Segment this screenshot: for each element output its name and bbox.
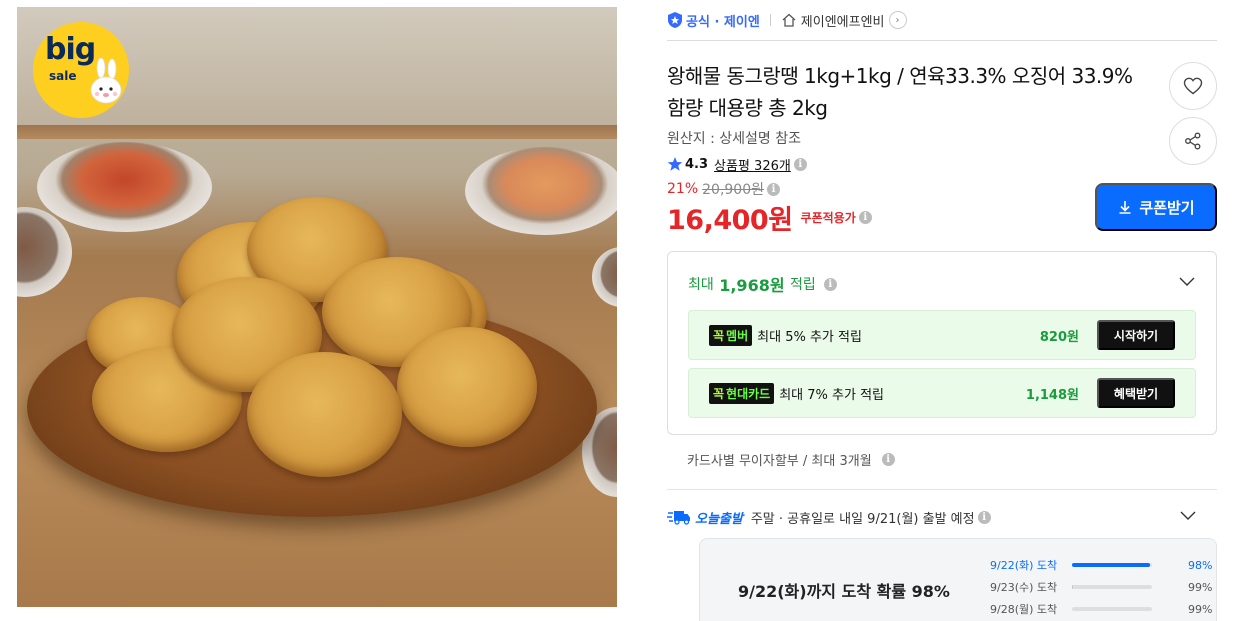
forecast-line: 9/28(월) 도착 99% bbox=[990, 600, 1212, 618]
info-icon[interactable]: i bbox=[793, 157, 807, 171]
get-benefit-button[interactable]: 혜택받기 bbox=[1097, 378, 1175, 408]
side-dish-bowl bbox=[37, 142, 212, 232]
side-dish-bowl bbox=[17, 207, 72, 297]
tag-label: 멤버 bbox=[726, 328, 749, 343]
reward-box: 최대 1,968원 적립 i 꼭 멤버 최대 5% 추가 적립 820원 시작하… bbox=[667, 251, 1217, 435]
reward-header[interactable]: 최대 1,968원 적립 i bbox=[688, 272, 837, 296]
official-store-label: 공식 · 제이엔 bbox=[686, 14, 760, 30]
shipping-row: 오늘출발 주말 · 공휴일로 내일 9/21(월) 출발 예정 i bbox=[667, 507, 991, 527]
original-price: 20,900원 bbox=[702, 182, 764, 198]
product-image[interactable]: big sale bbox=[17, 7, 617, 607]
rating-value: 4.3 bbox=[685, 156, 709, 172]
reward-header-prefix: 최대 bbox=[688, 277, 714, 293]
rating-row: 4.3 상품평 326개 i bbox=[667, 154, 807, 174]
reward-row-amount: 820원 bbox=[1039, 329, 1079, 345]
forecast-date: 9/28(월) 도착 bbox=[990, 603, 1058, 616]
brand-row: 공식 · 제이엔 제이엔에프엔비 › bbox=[667, 9, 907, 31]
reward-row-amount: 1,148원 bbox=[1025, 387, 1079, 403]
share-icon bbox=[1185, 132, 1201, 150]
forecast-date: 9/23(수) 도착 bbox=[990, 581, 1058, 594]
store-name: 제이엔에프엔비 bbox=[800, 14, 885, 30]
forecast-percent: 98% bbox=[1188, 558, 1213, 572]
reward-row-text: 최대 5% 추가 적립 bbox=[757, 329, 862, 345]
product-info-panel: 공식 · 제이엔 제이엔에프엔비 › 왕해물 동그랑땡 1kg+1kg / 연육… bbox=[667, 0, 1217, 621]
divider bbox=[667, 489, 1217, 490]
share-button[interactable] bbox=[1169, 117, 1217, 165]
forecast-date: 9/22(화) 도착 bbox=[990, 559, 1058, 572]
reward-row-text: 최대 7% 추가 적립 bbox=[779, 387, 884, 403]
price-row: 16,400원 쿠폰적용가 i bbox=[667, 199, 872, 236]
info-icon[interactable]: i bbox=[858, 210, 872, 224]
reward-row-member: 꼭 멤버 최대 5% 추가 적립 820원 시작하기 bbox=[688, 310, 1196, 360]
info-icon[interactable]: i bbox=[881, 453, 895, 466]
shipping-text: 주말 · 공휴일로 내일 9/21(월) 출발 예정 bbox=[750, 511, 975, 527]
card-tag: 꼭 현대카드 bbox=[709, 382, 775, 404]
review-count-link[interactable]: 상품평 326개 bbox=[714, 155, 791, 174]
chevron-right-icon: › bbox=[888, 11, 907, 29]
wishlist-button[interactable] bbox=[1169, 62, 1217, 110]
store-link[interactable]: 제이엔에프엔비 › bbox=[781, 11, 907, 30]
origin-text: 원산지 : 상세설명 참조 bbox=[667, 131, 801, 147]
info-icon[interactable]: i bbox=[977, 510, 991, 524]
badge-sale-text: sale bbox=[49, 69, 77, 83]
shipping-brand: 오늘출발 bbox=[695, 511, 743, 527]
big-sale-badge: big sale bbox=[33, 22, 129, 118]
shield-icon bbox=[668, 12, 682, 28]
installment-info: 카드사별 무이자할부 / 최대 3개월 i bbox=[687, 450, 895, 469]
forecast-line: 9/23(수) 도착 99% bbox=[990, 578, 1212, 596]
reward-header-suffix: 적립 bbox=[790, 277, 816, 293]
forecast-progress-bar bbox=[1072, 607, 1152, 611]
side-dish-bowl bbox=[592, 247, 617, 307]
discount-rate: 21% bbox=[667, 181, 699, 197]
member-tag: 꼭 멤버 bbox=[709, 324, 753, 346]
official-store-badge[interactable]: 공식 · 제이엔 bbox=[667, 11, 760, 30]
image-table-edge bbox=[17, 125, 617, 139]
reward-row-card: 꼭 현대카드 최대 7% 추가 적립 1,148원 혜택받기 bbox=[688, 368, 1196, 418]
coupon-download-button[interactable]: 쿠폰받기 bbox=[1095, 183, 1217, 231]
pancake-patty bbox=[397, 327, 537, 447]
bunny-icon bbox=[90, 58, 122, 104]
forecast-progress-bar bbox=[1072, 585, 1152, 589]
chevron-down-icon[interactable] bbox=[1179, 506, 1197, 524]
home-icon bbox=[782, 13, 796, 27]
installment-text: 카드사별 무이자할부 / 최대 3개월 bbox=[687, 454, 872, 469]
discount-row: 21% 20,900원 i bbox=[667, 179, 780, 199]
product-title: 왕해물 동그랑땡 1kg+1kg / 연육33.3% 오징어 33.9% 함량 … bbox=[667, 64, 1133, 120]
coupon-price-label: 쿠폰적용가 bbox=[800, 210, 856, 225]
side-dish-bowl bbox=[465, 147, 617, 235]
pancake-patty bbox=[247, 352, 402, 477]
forecast-percent: 99% bbox=[1188, 580, 1213, 594]
start-membership-button[interactable]: 시작하기 bbox=[1097, 320, 1175, 350]
sale-price: 16,400원 bbox=[667, 204, 793, 236]
divider bbox=[667, 40, 1217, 41]
heart-icon bbox=[1183, 77, 1203, 95]
tag-prefix: 꼭 bbox=[713, 386, 725, 401]
forecast-line: 9/22(화) 도착 98% bbox=[990, 556, 1212, 574]
divider bbox=[769, 14, 771, 26]
download-icon bbox=[1119, 201, 1131, 214]
forecast-progress-bar bbox=[1072, 563, 1152, 567]
chevron-down-icon[interactable] bbox=[1178, 272, 1196, 290]
forecast-percent: 99% bbox=[1188, 602, 1213, 616]
delivery-forecast-box: 9/22(화)까지 도착 확률 98% 9/22(화) 도착 98% 9/23(… bbox=[699, 538, 1217, 621]
tag-prefix: 꼭 bbox=[713, 328, 725, 343]
truck-icon bbox=[667, 511, 690, 525]
tag-label: 현대카드 bbox=[726, 386, 771, 401]
info-icon[interactable]: i bbox=[823, 277, 837, 291]
reward-max-amount: 1,968원 bbox=[719, 276, 785, 295]
forecast-headline: 9/22(화)까지 도착 확률 98% bbox=[738, 582, 950, 601]
info-icon[interactable]: i bbox=[767, 182, 780, 196]
coupon-button-label: 쿠폰받기 bbox=[1139, 199, 1195, 217]
star-icon bbox=[667, 157, 683, 171]
